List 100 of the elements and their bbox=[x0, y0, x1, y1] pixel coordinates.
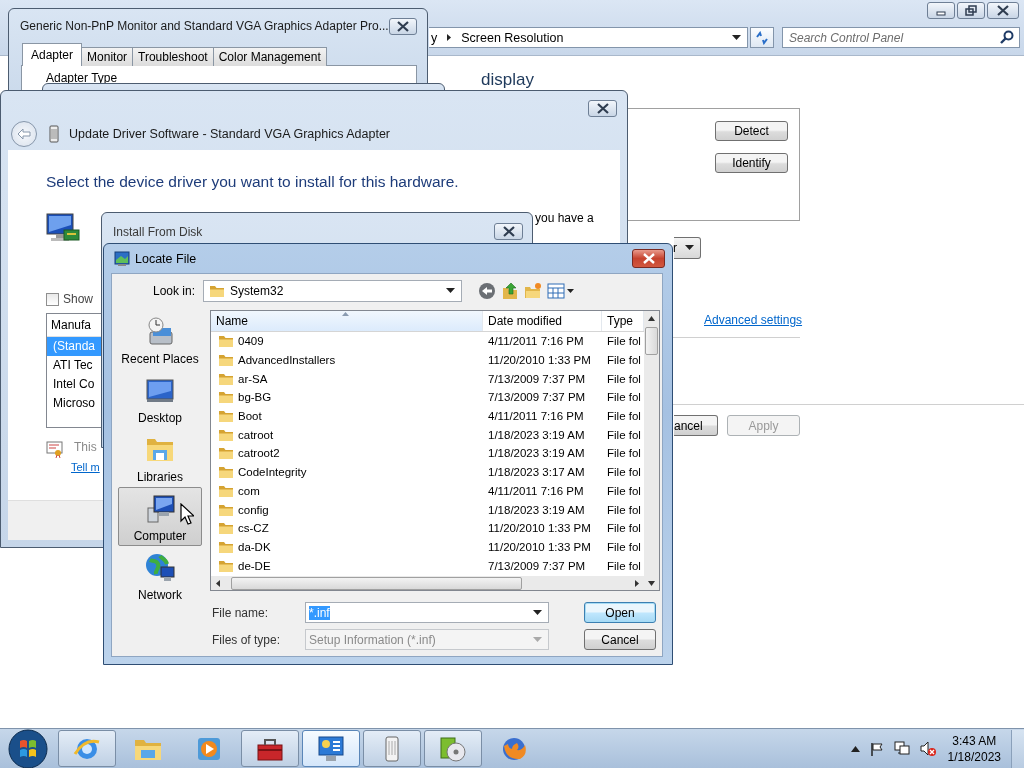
file-row[interactable]: CodeIntegrity 1/18/2023 3:17 AM File fol bbox=[211, 462, 644, 482]
file-row[interactable]: ar-SA 7/13/2009 7:37 PM File fol bbox=[211, 369, 644, 389]
cancel-button[interactable]: Cancel bbox=[584, 629, 656, 650]
file-list[interactable] bbox=[210, 310, 660, 591]
file-row[interactable]: config 1/18/2023 3:19 AM File fol bbox=[211, 500, 644, 519]
look-in-label: Look in: bbox=[151, 284, 196, 298]
chevron-icon bbox=[445, 33, 454, 42]
file-row[interactable]: bg-BG 7/13/2009 7:37 PM File fol bbox=[211, 388, 644, 407]
window-title: Locate File bbox=[135, 251, 198, 266]
back-icon[interactable] bbox=[478, 282, 496, 300]
type-cell-text: File fol bbox=[606, 428, 642, 441]
action-button[interactable]: Detect bbox=[715, 121, 788, 141]
note-text: This bbox=[74, 440, 97, 454]
date-cell-text: 1/18/2023 3:19 AM bbox=[487, 503, 586, 516]
horizontal-scrollbar[interactable] bbox=[211, 576, 644, 590]
network-icon[interactable] bbox=[893, 741, 910, 756]
close-button[interactable] bbox=[632, 249, 665, 268]
file-name: ar-SA bbox=[238, 372, 268, 385]
instruction-heading: Select the device driver you want to install for this hardware. bbox=[46, 173, 459, 191]
flag-icon[interactable] bbox=[869, 741, 884, 756]
taskbar-button[interactable] bbox=[302, 730, 360, 767]
control-panel-icon bbox=[316, 733, 346, 764]
folder-icon bbox=[218, 520, 234, 537]
places-item[interactable]: Desktop bbox=[118, 369, 202, 428]
up-folder-icon[interactable] bbox=[501, 282, 519, 300]
field-value: *.inf bbox=[309, 605, 330, 620]
taskbar-button[interactable] bbox=[241, 730, 299, 767]
address-bar[interactable]: y Screen Resolution bbox=[429, 27, 748, 48]
date-cell-text: 1/18/2023 3:19 AM bbox=[487, 447, 586, 460]
type-cell-text: File fol bbox=[606, 540, 642, 553]
file-row[interactable]: de-DE 7/13/2009 7:37 PM File fol bbox=[211, 556, 644, 575]
date-cell-text: 11/20/2010 1:33 PM bbox=[487, 522, 592, 535]
file-row[interactable]: AdvancedInstallers 11/20/2010 1:33 PM File fol bbox=[211, 350, 644, 370]
show-hidden-icon[interactable] bbox=[850, 745, 860, 752]
scroll-thumb[interactable] bbox=[645, 327, 658, 355]
list-item[interactable]: Intel Co bbox=[47, 375, 102, 394]
file-row[interactable]: cs-CZ 11/20/2010 1:33 PM File fol bbox=[211, 518, 644, 538]
file-row[interactable]: 0409 4/11/2011 7:16 PM File fol bbox=[211, 332, 644, 351]
type-cell-text: File fol bbox=[606, 391, 642, 404]
refresh-button[interactable] bbox=[750, 27, 774, 48]
clock[interactable]: 3:43 AM 1/18/2023 bbox=[947, 732, 1001, 765]
back-arrow-icon bbox=[17, 128, 31, 140]
column-header[interactable]: Name bbox=[211, 311, 483, 331]
list-item[interactable]: Microso bbox=[47, 394, 102, 413]
breadcrumb-item[interactable]: Screen Resolution bbox=[461, 30, 564, 45]
view-menu-button[interactable] bbox=[547, 283, 574, 299]
file-row[interactable]: catroot 1/18/2023 3:19 AM File fol bbox=[211, 425, 644, 445]
date-cell-text: 1/18/2023 3:17 AM bbox=[487, 466, 586, 479]
file-row[interactable]: catroot2 1/18/2023 3:19 AM File fol bbox=[211, 444, 644, 463]
file-name: config bbox=[238, 503, 269, 516]
places-item[interactable]: Computer bbox=[118, 487, 202, 546]
search-icon bbox=[1000, 30, 1014, 44]
start-icon[interactable] bbox=[8, 728, 48, 768]
window-title: Update Driver Software - Standard VGA Graphics Adapter bbox=[69, 127, 390, 141]
advanced-settings-link[interactable]: Advanced settings bbox=[704, 313, 803, 327]
footer-button[interactable]: ancel bbox=[674, 415, 718, 436]
file-name-label: File name: bbox=[211, 605, 270, 620]
cursor-icon bbox=[180, 503, 194, 525]
search-field[interactable]: Search Control Panel bbox=[782, 27, 1020, 48]
file-row[interactable]: Boot 4/11/2011 7:16 PM File fol bbox=[211, 406, 644, 426]
body-text: you have a bbox=[535, 211, 594, 225]
sort-arrow-icon bbox=[342, 312, 349, 316]
file-row[interactable]: da-DK 11/20/2010 1:33 PM File fol bbox=[211, 537, 644, 557]
date-cell-text: 4/11/2011 7:16 PM bbox=[487, 335, 585, 348]
places-item[interactable]: Libraries bbox=[118, 428, 202, 487]
dropdown-value: r bbox=[673, 241, 677, 255]
restore-icon bbox=[965, 5, 977, 16]
type-cell-text: File fol bbox=[606, 410, 642, 423]
file-name: Boot bbox=[238, 410, 262, 423]
look-in-dropdown[interactable]: System32 bbox=[203, 280, 462, 302]
list-item[interactable]: ATI Tec bbox=[47, 356, 102, 375]
scroll-right-icon bbox=[634, 579, 640, 587]
view-grid-icon bbox=[547, 283, 565, 299]
type-cell-text: File fol bbox=[606, 354, 642, 367]
date-cell-text: 7/13/2009 7:37 PM bbox=[487, 559, 587, 572]
file-name: da-DK bbox=[238, 540, 271, 553]
file-name: bg-BG bbox=[238, 391, 272, 404]
dropdown-arrow-icon[interactable] bbox=[732, 34, 741, 41]
speaker-muted-icon[interactable] bbox=[919, 740, 936, 757]
scroll-thumb[interactable] bbox=[231, 576, 522, 590]
dropdown-arrow-icon bbox=[533, 609, 542, 616]
places-item[interactable]: Recent Places bbox=[118, 310, 202, 369]
minimize-button[interactable] bbox=[927, 2, 955, 19]
vertical-scrollbar[interactable] bbox=[644, 311, 659, 590]
file-name: AdvancedInstallers bbox=[238, 354, 336, 367]
file-row[interactable]: com 4/11/2011 7:16 PM File fol bbox=[211, 481, 644, 501]
action-button[interactable]: Identify bbox=[715, 153, 788, 173]
file-name: CodeIntegrity bbox=[238, 466, 307, 479]
places-item[interactable]: Network bbox=[118, 546, 202, 605]
date-cell-text: 4/11/2011 7:16 PM bbox=[487, 484, 585, 497]
type-cell-text: File fol bbox=[606, 559, 642, 572]
close-button[interactable] bbox=[987, 2, 1019, 19]
breadcrumb-item[interactable]: y bbox=[431, 30, 438, 45]
open-button[interactable]: Open bbox=[584, 602, 656, 623]
date-cell-text: 11/20/2010 1:33 PM bbox=[487, 540, 592, 553]
dropdown[interactable]: r bbox=[674, 237, 701, 259]
page-heading: display bbox=[481, 71, 534, 89]
caret-icon bbox=[567, 288, 574, 294]
restore-button[interactable] bbox=[957, 2, 985, 19]
computer-icon bbox=[144, 493, 176, 525]
